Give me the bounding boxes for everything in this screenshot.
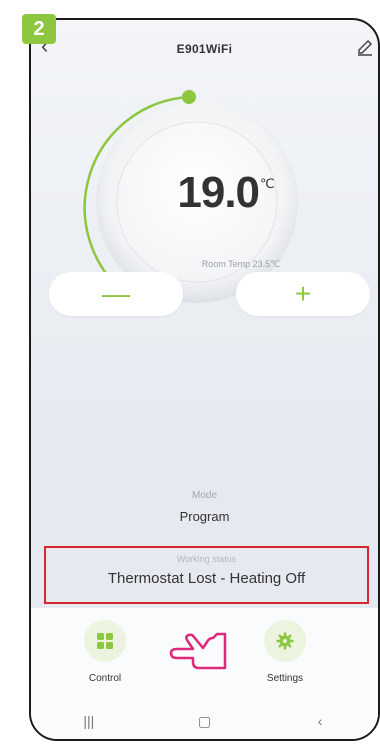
nav-settings[interactable]: Settings <box>245 620 325 684</box>
decrease-temperature-button[interactable]: — <box>49 272 183 316</box>
working-status-highlight: Working status Thermostat Lost - Heating… <box>44 546 369 604</box>
system-navigation-bar: ||| ▢ ‹ <box>31 699 378 739</box>
step-badge: 2 <box>22 14 56 44</box>
gear-icon <box>264 620 306 662</box>
set-temperature-value: 19.0 <box>177 168 260 217</box>
system-back-button[interactable]: ‹ <box>305 713 335 729</box>
working-status-value: Thermostat Lost - Heating Off <box>107 570 306 587</box>
plus-icon: + <box>294 278 312 309</box>
home-button[interactable]: ▢ <box>189 713 219 730</box>
recents-button[interactable]: ||| <box>74 713 104 729</box>
bottom-navigation: Control Settings ||| ▢ ‹ <box>31 608 378 739</box>
nav-control-label: Control <box>88 673 122 684</box>
pointing-hand-icon <box>165 628 231 681</box>
mode-label: Mode <box>191 490 217 501</box>
working-status-label: Working status <box>176 554 237 564</box>
phone-frame: ‹ E901WiFi 19.0℃ Room Temp 23.5℃ — + Mod… <box>29 18 380 741</box>
set-temperature: 19.0℃ <box>176 168 276 218</box>
nav-control[interactable]: Control <box>65 620 145 684</box>
grid-icon <box>84 620 126 662</box>
minus-icon: — <box>102 278 130 309</box>
dial-handle[interactable] <box>182 90 196 104</box>
temperature-unit: ℃ <box>260 176 275 191</box>
increase-temperature-button[interactable]: + <box>236 272 370 316</box>
nav-settings-label: Settings <box>266 673 304 684</box>
room-temperature: Room Temp 23.5℃ <box>201 259 281 269</box>
mode-value[interactable]: Program <box>31 509 378 524</box>
